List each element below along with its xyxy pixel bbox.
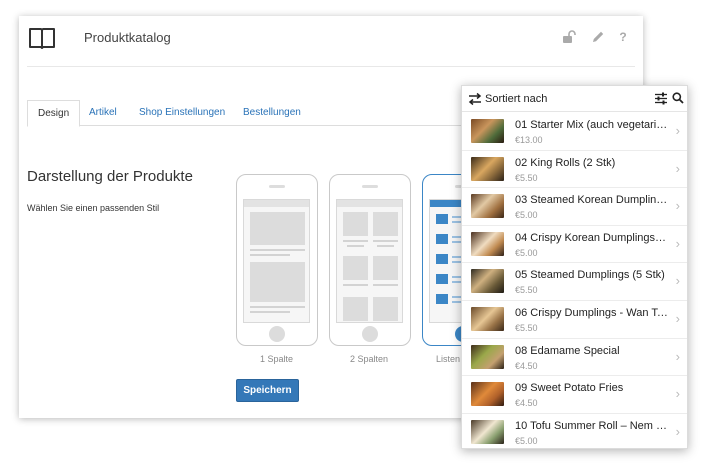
- book-icon: [29, 28, 55, 49]
- section-title: Darstellung der Produkte: [27, 168, 193, 185]
- product-name: 09 Sweet Potato Fries: [515, 382, 624, 395]
- tab-bestellungen[interactable]: Bestellungen: [243, 100, 301, 126]
- filter-icon[interactable]: [655, 92, 667, 105]
- product-price: €4.50: [515, 398, 538, 409]
- product-thumbnail: [471, 269, 504, 294]
- list-item[interactable]: 08 Edamame Special €4.50 ›: [462, 339, 687, 377]
- product-name: 08 Edamame Special: [515, 344, 620, 357]
- page-title: Produktkatalog: [84, 30, 171, 45]
- product-price: €5.50: [515, 172, 538, 183]
- product-name: 02 King Rolls (2 Stk): [515, 156, 616, 169]
- style-label-1-spalte: 1 Spalte: [260, 354, 294, 364]
- style-label-2-spalten: 2 Spalten: [350, 354, 389, 364]
- product-price: €5.00: [515, 435, 538, 446]
- help-icon[interactable]: ?: [616, 30, 630, 44]
- product-price: €5.50: [515, 322, 538, 333]
- save-button[interactable]: Speichern: [236, 379, 299, 402]
- chevron-right-icon: ›: [675, 198, 680, 214]
- chevron-right-icon: ›: [675, 310, 680, 326]
- phone-screen: [243, 199, 310, 323]
- product-name: 01 Starter Mix (auch vegetarisch): [515, 119, 669, 131]
- sort-label[interactable]: Sortiert nach: [485, 93, 547, 105]
- style-label-listen: Listen: [436, 354, 461, 364]
- pencil-icon[interactable]: [591, 30, 605, 44]
- phone-screen: [336, 199, 403, 323]
- sort-icon[interactable]: [468, 92, 482, 106]
- product-thumbnail: [471, 156, 504, 181]
- product-price: €13.00: [515, 135, 543, 145]
- phone-home-button: [362, 326, 378, 342]
- style-option-2-spalten[interactable]: [329, 174, 411, 346]
- product-thumbnail: [471, 194, 504, 219]
- product-thumbnail: [471, 306, 504, 331]
- panel-header: Sortiert nach: [462, 86, 687, 112]
- product-thumbnail: [471, 119, 504, 143]
- list-item[interactable]: 05 Steamed Dumplings (5 Stk) €5.50 ›: [462, 263, 687, 301]
- tab-artikel[interactable]: Artikel: [89, 100, 117, 126]
- product-list: 01 Starter Mix (auch vegetarisch) €13.00…: [462, 113, 687, 448]
- list-item[interactable]: 01 Starter Mix (auch vegetarisch) €13.00…: [462, 113, 687, 151]
- product-thumbnail: [471, 231, 504, 256]
- product-name: 03 Steamed Korean Dumplings (5 Stk): [515, 194, 669, 207]
- phone-home-button: [269, 326, 285, 342]
- chevron-right-icon: ›: [675, 423, 680, 439]
- chevron-right-icon: ›: [675, 348, 680, 364]
- chevron-right-icon: ›: [675, 160, 680, 176]
- chevron-right-icon: ›: [675, 123, 680, 138]
- list-item[interactable]: 03 Steamed Korean Dumplings (5 Stk) €5.0…: [462, 188, 687, 226]
- list-item[interactable]: 06 Crispy Dumplings - Wan Tan (5 Stk) €5…: [462, 301, 687, 339]
- phone-speaker: [269, 185, 285, 188]
- product-price: €4.50: [515, 360, 538, 371]
- product-name: 05 Steamed Dumplings (5 Stk): [515, 269, 665, 282]
- product-name: 04 Crispy Korean Dumplings (5 Stk): [515, 231, 669, 244]
- product-price: €5.00: [515, 210, 538, 221]
- chevron-right-icon: ›: [675, 273, 680, 289]
- product-thumbnail: [471, 419, 504, 444]
- section-description: Wählen Sie einen passenden Stil: [27, 203, 160, 213]
- unlock-icon[interactable]: [562, 30, 576, 44]
- product-price: €5.50: [515, 285, 538, 296]
- list-item[interactable]: 04 Crispy Korean Dumplings (5 Stk) €5.00…: [462, 226, 687, 264]
- product-name: 06 Crispy Dumplings - Wan Tan (5 Stk): [515, 306, 669, 319]
- search-icon[interactable]: [672, 92, 684, 104]
- product-name: 10 Tofu Summer Roll – Nem Chay: [515, 419, 669, 432]
- product-price: €5.00: [515, 247, 538, 258]
- style-option-1-spalte[interactable]: [236, 174, 318, 346]
- chevron-right-icon: ›: [675, 386, 680, 402]
- list-item[interactable]: 10 Tofu Summer Roll – Nem Chay €5.00 ›: [462, 414, 687, 448]
- product-thumbnail: [471, 382, 504, 407]
- tab-shop-einstellungen[interactable]: Shop Einstellungen: [139, 100, 225, 126]
- list-item[interactable]: 09 Sweet Potato Fries €4.50 ›: [462, 376, 687, 414]
- list-item[interactable]: 02 King Rolls (2 Stk) €5.50 ›: [462, 151, 687, 189]
- header: Produktkatalog ?: [19, 16, 643, 66]
- header-divider: [27, 66, 635, 67]
- product-list-panel: Sortiert nach 01 Starter Mix (auch veget…: [461, 85, 688, 449]
- tab-design[interactable]: Design: [27, 100, 81, 127]
- chevron-right-icon: ›: [675, 235, 680, 251]
- product-thumbnail: [471, 344, 504, 369]
- phone-speaker: [362, 185, 378, 188]
